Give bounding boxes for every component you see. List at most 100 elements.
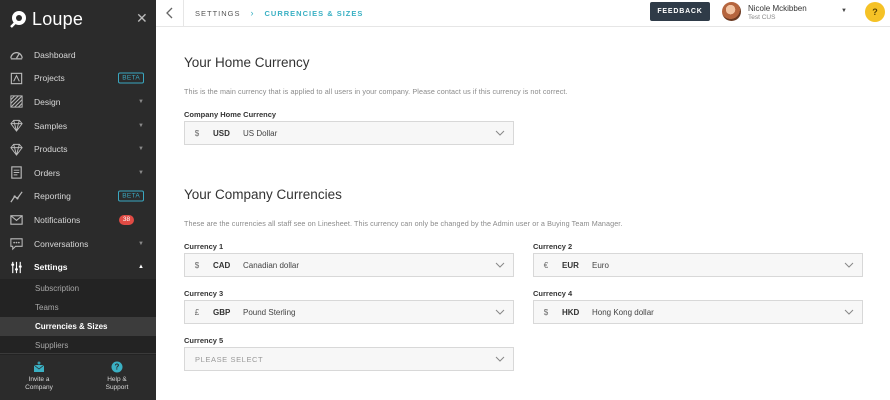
sidebar-item-label: Products: [34, 144, 68, 155]
sidebar-item-label: Projects: [34, 73, 65, 84]
sidebar-item-label: Design: [34, 96, 61, 107]
app-name: Loupe: [32, 8, 84, 29]
sidebar-item-label: Reporting: [34, 191, 71, 202]
sidebar-item-conversations[interactable]: Conversations ▼: [0, 232, 156, 256]
mail-icon: [9, 212, 24, 227]
sliders-icon: [9, 260, 24, 275]
currency-1-label: Currency 1: [184, 242, 224, 251]
svg-text:?: ?: [115, 363, 120, 372]
sidebar-item-label: Conversations: [34, 238, 89, 249]
currency-code: GBP: [213, 307, 231, 317]
sidebar-item-dashboard[interactable]: Dashboard: [0, 43, 156, 67]
sidebar: Loupe ✕ Dashboard Projects BETA Design ▼…: [0, 0, 156, 400]
sidebar-item-label: Dashboard: [34, 49, 76, 60]
home-currency-select[interactable]: $ USD US Dollar: [184, 121, 514, 145]
currency-code: USD: [213, 128, 230, 138]
sub-item-subscription[interactable]: Subscription: [0, 279, 156, 298]
help-button[interactable]: ?: [865, 2, 885, 22]
chat-icon: [9, 236, 24, 251]
chevron-down-icon: [495, 356, 505, 362]
chevron-down-icon: [495, 262, 505, 268]
currency-2-select[interactable]: € EUR Euro: [533, 253, 863, 277]
help-icon: ?: [111, 361, 123, 373]
sidebar-item-reporting[interactable]: Reporting BETA: [0, 185, 156, 209]
company-currencies-description: These are the currencies all staff see o…: [184, 219, 623, 228]
sub-item-currencies-sizes[interactable]: Currencies & Sizes: [0, 316, 156, 336]
sidebar-item-label: Settings: [34, 262, 68, 273]
logo[interactable]: Loupe: [8, 8, 83, 30]
breadcrumb-current: CURRENCIES & SIZES: [264, 8, 364, 18]
projects-icon: [9, 71, 24, 86]
user-name[interactable]: Nicole Mckibben: [748, 4, 807, 13]
chevron-down-icon: ▼: [138, 98, 144, 105]
sidebar-item-settings[interactable]: Settings ▲: [0, 255, 156, 279]
currency-4-select[interactable]: $ HKD Hong Kong dollar: [533, 300, 863, 324]
sidebar-item-label: Orders: [34, 167, 60, 178]
chevron-down-icon: [495, 130, 505, 136]
breadcrumb-separator: ›: [250, 8, 255, 18]
sidebar-footer: Invite a Company ? Help & Support: [0, 353, 156, 400]
design-icon: [9, 94, 24, 109]
beta-badge: BETA: [118, 72, 144, 84]
help-label-2: Support: [105, 384, 129, 391]
dashboard-icon: [9, 47, 24, 62]
top-bar: SETTINGS › CURRENCIES & SIZES FEEDBACK N…: [156, 0, 890, 27]
currency-placeholder: PLEASE SELECT: [195, 354, 264, 364]
sidebar-nav: Dashboard Projects BETA Design ▼ Samples…: [0, 43, 156, 355]
close-sidebar-icon[interactable]: ✕: [136, 11, 148, 25]
currency-symbol: £: [194, 307, 200, 317]
currency-5-label: Currency 5: [184, 336, 224, 345]
currency-symbol: $: [194, 128, 200, 138]
help-label-1: Help &: [107, 376, 127, 383]
currency-name: Canadian dollar: [243, 260, 300, 270]
currency-5-select[interactable]: PLEASE SELECT: [184, 347, 514, 371]
currency-symbol: $: [543, 307, 549, 317]
sidebar-item-notifications[interactable]: Notifications 38: [0, 208, 156, 232]
help-support-button[interactable]: ? Help & Support: [78, 354, 156, 400]
currency-name: Euro: [592, 260, 609, 270]
invite-label-2: Company: [25, 384, 53, 391]
divider: [183, 0, 184, 27]
notification-count-badge: 38: [119, 214, 134, 225]
sidebar-item-products[interactable]: Products ▼: [0, 137, 156, 161]
avatar[interactable]: [722, 2, 741, 21]
currency-name: Hong Kong dollar: [592, 307, 654, 317]
chevron-down-icon: [844, 262, 854, 268]
sidebar-item-design[interactable]: Design ▼: [0, 90, 156, 114]
chevron-down-icon: ▼: [138, 240, 144, 247]
company-currencies-title: Your Company Currencies: [184, 187, 342, 202]
currency-name: Pound Sterling: [243, 307, 296, 317]
feedback-button[interactable]: FEEDBACK: [650, 2, 710, 21]
orders-icon: [9, 165, 24, 180]
chevron-down-icon: [844, 309, 854, 315]
sidebar-item-samples[interactable]: Samples ▼: [0, 114, 156, 138]
sidebar-item-label: Samples: [34, 120, 68, 131]
chevron-down-icon: ▼: [138, 146, 144, 153]
chevron-up-icon: ▲: [138, 264, 144, 271]
breadcrumb-settings[interactable]: SETTINGS: [195, 9, 241, 18]
chevron-down-icon: ▼: [138, 122, 144, 129]
currency-2-label: Currency 2: [533, 242, 573, 251]
beta-badge: BETA: [118, 190, 144, 202]
home-currency-title: Your Home Currency: [184, 55, 310, 70]
currency-3-select[interactable]: £ GBP Pound Sterling: [184, 300, 514, 324]
diamond-icon: [9, 142, 24, 157]
sidebar-item-label: Notifications: [34, 214, 81, 225]
currency-3-label: Currency 3: [184, 289, 224, 298]
currency-name: US Dollar: [243, 128, 278, 138]
currency-1-select[interactable]: $ CAD Canadian dollar: [184, 253, 514, 277]
user-menu-caret-icon[interactable]: ▼: [841, 8, 847, 14]
chevron-down-icon: [495, 309, 505, 315]
user-org: Test CUS: [748, 14, 776, 21]
invite-label-1: Invite a: [28, 376, 50, 383]
currency-4-label: Currency 4: [533, 289, 573, 298]
currency-code: CAD: [213, 260, 231, 270]
invite-icon: [33, 361, 45, 372]
sidebar-item-orders[interactable]: Orders ▼: [0, 161, 156, 185]
sidebar-item-projects[interactable]: Projects BETA: [0, 67, 156, 91]
back-chevron-icon[interactable]: [164, 6, 176, 20]
settings-submenu: Subscription Teams Currencies & Sizes Su…: [0, 278, 156, 355]
sub-item-teams[interactable]: Teams: [0, 298, 156, 317]
chevron-down-icon: ▼: [138, 169, 144, 176]
invite-company-button[interactable]: Invite a Company: [0, 354, 78, 400]
